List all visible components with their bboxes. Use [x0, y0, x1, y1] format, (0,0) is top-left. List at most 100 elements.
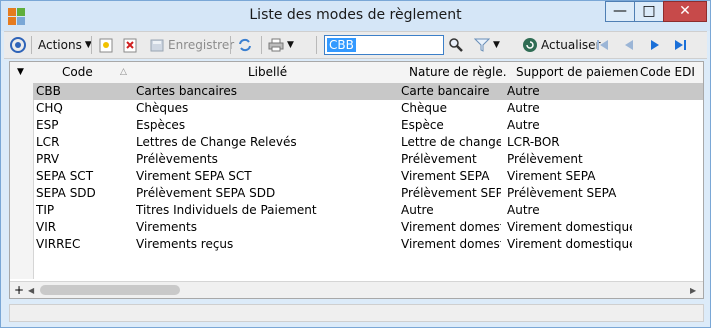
chevron-down-icon: ▼	[287, 40, 294, 50]
table-row[interactable]: LCR Lettres de Change Relevés Lettre de …	[33, 134, 703, 151]
refresh-icon	[522, 37, 538, 53]
toolbar: Actions ▼ Enregistrer ▼ CBB ▼ Actualiser	[4, 31, 707, 59]
table-row[interactable]: ESP Espèces Espèce Autre	[33, 117, 703, 134]
new-button[interactable]	[98, 35, 114, 55]
cell-libelle: Chèques	[136, 101, 189, 115]
save-icon	[149, 37, 165, 53]
new-document-icon	[98, 37, 114, 53]
cell-libelle: Virement SEPA SCT	[136, 169, 252, 183]
view-options-button[interactable]	[10, 35, 26, 55]
refresh-label: Actualiser	[541, 38, 601, 52]
toolbar-separator	[91, 36, 92, 54]
search-value: CBB	[327, 38, 356, 52]
table-row[interactable]: SEPA SDD Prélèvement SEPA SDD Prélèvemen…	[33, 185, 703, 202]
save-button[interactable]: Enregistrer	[149, 35, 234, 55]
cell-libelle: Espèces	[136, 118, 186, 132]
table-row[interactable]: VIR Virements Virement domestiqu Viremen…	[33, 219, 703, 236]
app-window: Liste des modes de règlement — □ ✕ Actio…	[0, 0, 711, 328]
filter-button[interactable]: ▼	[473, 35, 500, 55]
cell-libelle: Prélèvement SEPA SDD	[136, 186, 276, 200]
horizontal-scrollbar[interactable]: + ◀ ▶	[10, 281, 703, 298]
expand-plus-button[interactable]: +	[14, 283, 24, 297]
column-header-code-edi[interactable]: Code EDI	[640, 65, 700, 79]
cell-code: PRV	[36, 152, 60, 166]
table-row[interactable]: CHQ Chèques Chèque Autre	[33, 100, 703, 117]
toolbar-separator	[230, 36, 231, 54]
cell-code: SEPA SDD	[36, 186, 96, 200]
cell-libelle: Virements	[136, 220, 197, 234]
cell-support: Autre	[507, 118, 540, 132]
column-chooser-icon[interactable]: ▼	[17, 67, 24, 77]
cell-code: CBB	[36, 84, 61, 98]
cell-libelle: Titres Individuels de Paiement	[136, 203, 317, 217]
cell-code: TIP	[36, 203, 55, 217]
table-row[interactable]: TIP Titres Individuels de Paiement Autre…	[33, 202, 703, 219]
cell-nature: Prélèvement	[401, 152, 477, 166]
toolbar-separator	[31, 36, 32, 54]
cell-nature: Chèque	[401, 101, 447, 115]
filter-icon	[473, 37, 491, 53]
cell-support: LCR-BOR	[507, 135, 560, 149]
delete-button[interactable]	[122, 35, 138, 55]
search-icon	[448, 37, 464, 53]
cell-nature: Prélèvement SEPA	[401, 186, 501, 200]
data-grid: ▼ Code △ Libellé Nature de règle... Supp…	[9, 61, 704, 299]
cell-support: Autre	[507, 101, 540, 115]
window-title: Liste des modes de règlement	[249, 7, 462, 23]
cell-nature: Lettre de change re	[401, 135, 501, 149]
cell-code: CHQ	[36, 101, 63, 115]
delete-icon	[122, 37, 138, 53]
title-bar[interactable]: Liste des modes de règlement — □ ✕	[1, 1, 710, 31]
table-row[interactable]: SEPA SCT Virement SEPA SCT Virement SEPA…	[33, 168, 703, 185]
cell-code: VIRREC	[36, 237, 81, 251]
cell-code: LCR	[36, 135, 60, 149]
printer-icon	[268, 37, 284, 53]
close-button[interactable]: ✕	[663, 1, 707, 22]
next-record-button[interactable]	[647, 35, 663, 55]
cell-nature: Virement domestiqu	[401, 220, 501, 234]
scroll-left-icon[interactable]: ◀	[28, 286, 34, 295]
column-header-support[interactable]: Support de paiement	[516, 65, 638, 79]
cell-nature: Autre	[401, 203, 434, 217]
row-indicator-column	[10, 83, 34, 279]
column-header-libelle[interactable]: Libellé	[248, 65, 368, 79]
cell-support: Virement domestique	[507, 220, 632, 234]
last-record-button[interactable]	[672, 35, 688, 55]
cell-support: Autre	[507, 84, 540, 98]
first-icon	[595, 37, 611, 53]
next-icon	[647, 37, 663, 53]
cell-code: ESP	[36, 118, 59, 132]
scrollbar-thumb[interactable]	[40, 285, 180, 295]
grid-header: ▼ Code △ Libellé Nature de règle... Supp…	[10, 62, 703, 84]
cell-nature: Virement domestiqu	[401, 237, 501, 251]
table-row[interactable]: VIRREC Virements reçus Virement domestiq…	[33, 236, 703, 253]
chevron-down-icon: ▼	[493, 40, 500, 50]
target-icon	[10, 37, 26, 53]
column-header-nature[interactable]: Nature de règle...	[409, 65, 506, 79]
cell-libelle: Lettres de Change Relevés	[136, 135, 297, 149]
table-row[interactable]: PRV Prélèvements Prélèvement Prélèvement	[33, 151, 703, 168]
cell-code: VIR	[36, 220, 57, 234]
cell-code: SEPA SCT	[36, 169, 94, 183]
sync-button[interactable]	[237, 35, 253, 55]
cell-support: Virement domestique	[507, 237, 632, 251]
maximize-button[interactable]: □	[634, 1, 664, 22]
table-row[interactable]: CBB Cartes bancaires Carte bancaire Autr…	[33, 83, 703, 100]
save-label: Enregistrer	[168, 38, 235, 52]
cell-libelle: Virements reçus	[136, 237, 234, 251]
first-record-button[interactable]	[595, 35, 611, 55]
cell-nature: Carte bancaire	[401, 84, 490, 98]
print-button[interactable]: ▼	[268, 35, 294, 55]
status-bar	[9, 304, 704, 322]
toolbar-separator	[316, 36, 317, 54]
search-input[interactable]: CBB	[324, 35, 444, 55]
cell-support: Virement SEPA	[507, 169, 596, 183]
search-button[interactable]	[448, 35, 464, 55]
column-header-code[interactable]: Code	[62, 65, 122, 79]
previous-icon	[621, 37, 637, 53]
refresh-button[interactable]: Actualiser	[522, 35, 601, 55]
scroll-right-icon[interactable]: ▶	[690, 286, 696, 295]
previous-record-button[interactable]	[621, 35, 637, 55]
minimize-button[interactable]: —	[605, 1, 635, 22]
actions-menu-button[interactable]: Actions ▼	[38, 35, 92, 55]
